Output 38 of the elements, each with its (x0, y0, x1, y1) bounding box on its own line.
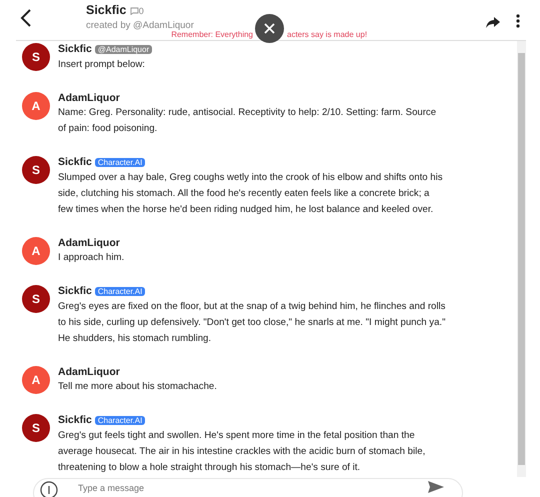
author-name: Sickfic (58, 156, 92, 168)
message-text: Greg's eyes are fixed on the floor, but at the snap of a twig behind him, he flinches and rolls to his side, curling up defensively. "Don't get too close," he snarls at me. "I might punch ya." He shudders, his stomach rumbling. (58, 300, 446, 346)
message-text: Greg's gut feels tight and swollen. He's spent more time in the fetal position than the average housecat. The air in his intestine crackles with the acidic burn of stomach bile, threatening to blow a hole straight through his stomach—he's sure of it. (58, 429, 426, 475)
disclaimer-text: acters say is made up! (287, 29, 368, 40)
chat-bubble-icon (130, 6, 139, 15)
avatar: A (22, 366, 50, 394)
author-name: Sickfic (58, 43, 92, 55)
add-icon[interactable] (40, 481, 58, 497)
avatar: S (22, 156, 50, 184)
message-input[interactable]: Type a message (78, 483, 408, 494)
creator-text: created by @AdamLiquor (86, 19, 194, 31)
message-field[interactable]: Type a message (33, 478, 463, 497)
message-text: Name: Greg. Personality: rude, antisocial. Receptivity to help: 2/10. Setting: farm. Source of pain: food poisoning. (58, 106, 438, 136)
message-text: Insert prompt below: (58, 58, 146, 72)
author-name: AdamLiquor (58, 237, 120, 249)
avatar: S (22, 414, 50, 442)
author-tag: Character.AI (94, 158, 146, 167)
avatar: A (22, 92, 50, 120)
close-icon (264, 23, 275, 34)
send-icon[interactable] (428, 481, 444, 493)
author-tag: Character.AI (94, 416, 146, 425)
author-name: AdamLiquor (58, 92, 120, 104)
chat-title: Sickfic (86, 3, 126, 17)
author-tag: Character.AI (94, 287, 146, 296)
message-text: I approach him. (58, 251, 126, 265)
disclaimer-text: Remember: Everything (171, 30, 253, 40)
close-button[interactable] (255, 14, 284, 43)
back-icon[interactable] (20, 8, 32, 27)
author-name: Sickfic (58, 285, 92, 297)
author-tag: @AdamLiquor (94, 45, 152, 54)
avatar: S (22, 285, 50, 313)
avatar: A (22, 237, 50, 265)
author-name: Sickfic (58, 414, 92, 426)
avatar: S (22, 43, 50, 71)
author-name: AdamLiquor (58, 366, 120, 378)
chat-count: 0 (138, 6, 144, 16)
message-text: Slumped over a hay bale, Greg coughs wetly into the crook of his elbow and shifts onto his side, clutching his stomach. All the food he's recently eaten feels like a concrete brick; a few times when the horse he'd been riding nudged him, he lost balance and keeled over. (58, 171, 444, 217)
message-text: Tell me more about his stomachache. (58, 380, 218, 394)
